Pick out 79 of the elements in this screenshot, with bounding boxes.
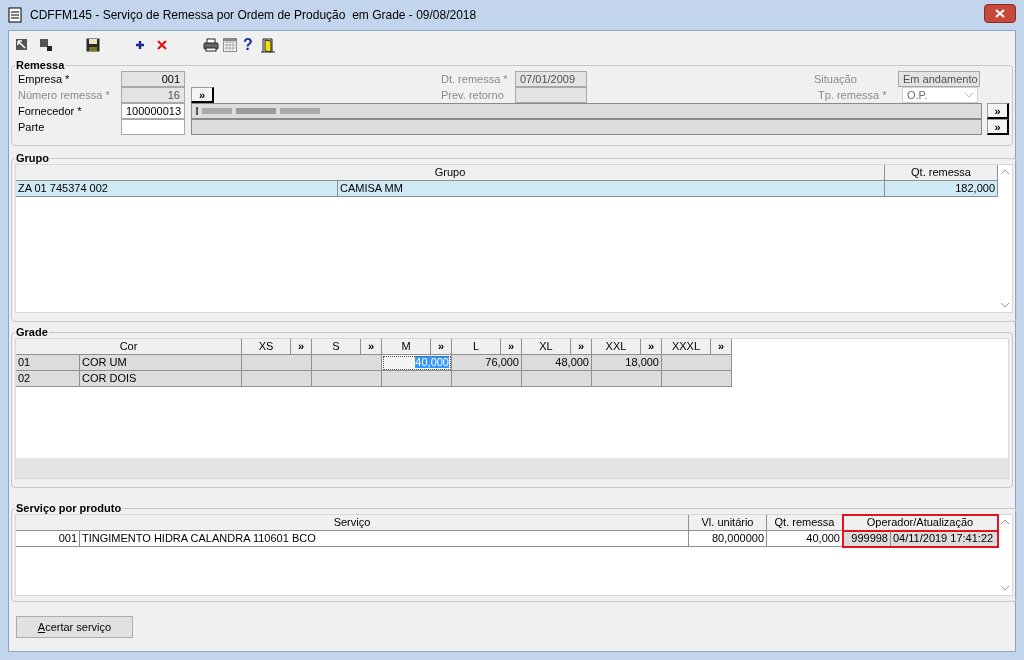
squares-icon[interactable] — [39, 38, 53, 52]
column-header[interactable]: XXXL — [662, 339, 711, 355]
door-icon[interactable] — [260, 37, 275, 53]
group-title: Serviço por produto — [15, 502, 123, 514]
expand-button[interactable]: » — [711, 339, 732, 355]
column-header[interactable]: L — [452, 339, 501, 355]
save-icon[interactable] — [86, 38, 100, 52]
scroll-up-icon[interactable] — [1001, 169, 1009, 174]
table-cell[interactable] — [452, 371, 522, 387]
close-icon — [995, 8, 1005, 18]
chevron-down-icon — [965, 92, 973, 98]
column-header[interactable]: Cor — [16, 339, 242, 355]
table-cell: 182,000 — [885, 181, 998, 197]
field-label: Tp. remessa * — [818, 88, 888, 103]
table-cell: 02 — [16, 371, 80, 387]
input-field[interactable]: 100000013 — [121, 103, 185, 119]
field-label: Parte — [18, 120, 46, 135]
field-label: Dt. remessa * — [441, 72, 509, 87]
window-title: CDFFM145 - Serviço de Remessa por Ordem de Produção em Grade - 09/08/2018 — [30, 7, 477, 24]
expand-button[interactable]: » — [641, 339, 662, 355]
table-row[interactable]: 001 TINGIMENTO HIDRA CALANDRA 110601 BCO 80,000000 40,000 999998 04/11/2019 17:41:22 — [16, 531, 998, 547]
input-field[interactable] — [121, 119, 185, 135]
table-cell[interactable] — [312, 371, 382, 387]
help-icon[interactable]: ? — [243, 37, 253, 53]
table-row[interactable]: ZA 01 745374 002 CAMISA MM 182,000 — [16, 181, 998, 197]
table-cell: 001 — [16, 531, 80, 547]
column-header[interactable]: Qt. remessa — [885, 165, 998, 181]
expand-button[interactable]: » — [361, 339, 382, 355]
scroll-down-icon[interactable] — [1001, 303, 1009, 308]
scroll-up-icon[interactable] — [1001, 519, 1009, 524]
close-button[interactable] — [984, 3, 1016, 23]
document-icon — [8, 7, 22, 23]
scroll-down-icon[interactable] — [1001, 586, 1009, 591]
field-label: Número remessa * — [18, 88, 111, 103]
table-cell: 04/11/2019 17:41:22 — [891, 531, 998, 547]
table-cell: CAMISA MM — [338, 181, 885, 197]
input-field[interactable]: 001 — [121, 71, 185, 87]
field-label: Prev. retorno — [441, 88, 505, 103]
column-header[interactable]: XL — [522, 339, 571, 355]
cursor-icon[interactable] — [15, 38, 29, 52]
input-field[interactable] — [515, 87, 587, 103]
field-label: Fornecedor * — [18, 104, 83, 119]
column-header[interactable]: Vl. unitário — [689, 515, 767, 531]
table-cell[interactable] — [242, 371, 312, 387]
column-header[interactable]: S — [312, 339, 361, 355]
group-title: Remessa — [15, 59, 66, 71]
table-cell: 999998 — [843, 531, 891, 547]
table-cell: 80,000000 — [689, 531, 767, 547]
expand-button[interactable]: » — [571, 339, 592, 355]
field-label: Empresa * — [18, 72, 71, 87]
adjust-service-button[interactable]: Acertar serviço — [16, 616, 133, 638]
group-title: Grupo — [15, 152, 50, 164]
printer-icon[interactable] — [203, 38, 219, 52]
delete-icon[interactable] — [157, 40, 167, 50]
expand-button[interactable]: » — [431, 339, 452, 355]
expand-button[interactable]: » — [501, 339, 522, 355]
grid-icon[interactable] — [223, 38, 237, 52]
dropdown-value: O.P. — [907, 88, 928, 102]
table-cell: ZA 01 745374 002 — [16, 181, 338, 197]
table-cell: COR DOIS — [80, 371, 242, 387]
column-header[interactable]: Grupo — [16, 165, 885, 181]
lookup-button[interactable]: » — [987, 119, 1009, 135]
lookup-button[interactable]: » — [987, 103, 1009, 119]
expand-button[interactable]: » — [291, 339, 312, 355]
table-cell[interactable] — [382, 371, 452, 387]
table-cell[interactable] — [592, 371, 662, 387]
field-label: Situação — [814, 72, 858, 87]
column-header[interactable]: Operador/Atualização — [843, 515, 998, 531]
column-header[interactable]: M — [382, 339, 431, 355]
table-cell[interactable] — [522, 371, 592, 387]
lookup-button[interactable]: » — [191, 87, 214, 103]
table-cell[interactable] — [662, 371, 732, 387]
column-header[interactable]: XXL — [592, 339, 641, 355]
plus-icon[interactable] — [135, 40, 145, 50]
column-header[interactable]: XS — [242, 339, 291, 355]
table-cell: TINGIMENTO HIDRA CALANDRA 110601 BCO — [80, 531, 689, 547]
column-header[interactable]: Serviço — [16, 515, 689, 531]
group-title: Grade — [15, 326, 49, 338]
column-header[interactable]: Qt. remessa — [767, 515, 843, 531]
